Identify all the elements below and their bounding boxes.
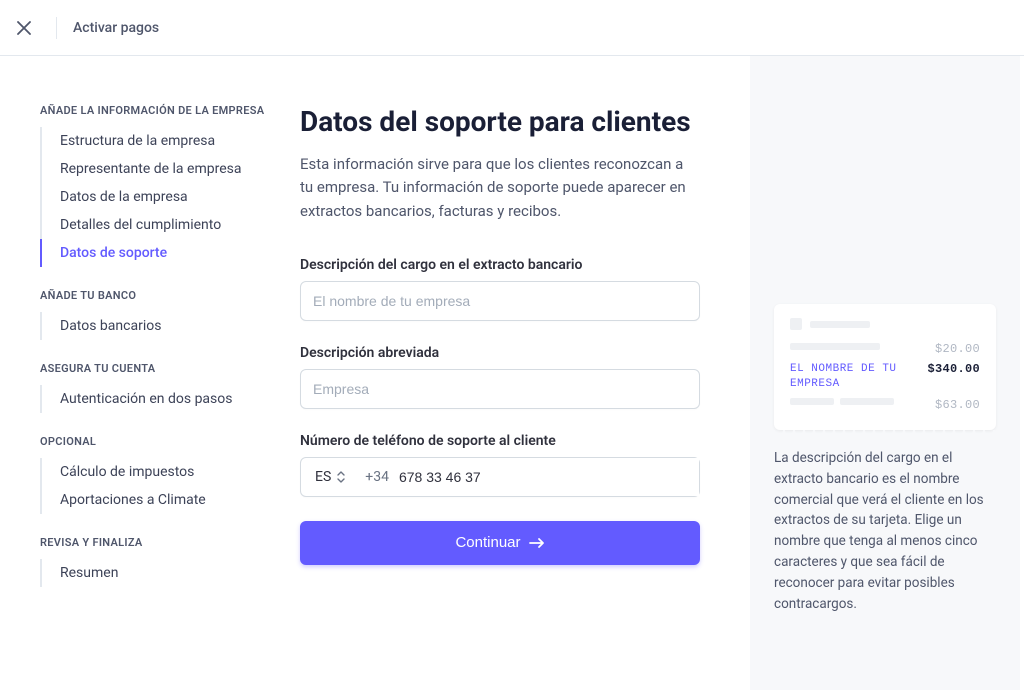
sidebar-section-list: Autenticación en dos pasos: [40, 385, 300, 413]
sidebar-item-label: Representante de la empresa: [60, 161, 241, 177]
sidebar-item-resumen[interactable]: Resumen: [40, 559, 300, 587]
sidebar-section-title: REVISA Y FINALIZA: [40, 536, 300, 549]
sidebar-item-label: Datos bancarios: [60, 318, 161, 334]
sidebar-section-list: Resumen: [40, 559, 300, 587]
calendar-icon: [790, 318, 802, 330]
sidebar-item-datos-bancarios[interactable]: Datos bancarios: [40, 312, 300, 340]
field-label: Descripción abreviada: [300, 345, 700, 361]
phone-prefix: +34: [365, 469, 389, 485]
receipt-amount-highlight: $340.00: [927, 362, 980, 376]
sidebar-item-label: Cálculo de impuestos: [60, 464, 194, 480]
sidebar-section-list: Cálculo de impuestos Aportaciones a Clim…: [40, 458, 300, 514]
support-phone-input[interactable]: [399, 458, 699, 496]
receipt-merchant-name: EL NOMBRE DE TU EMPRESA: [790, 362, 915, 392]
sidebar-item-datos-empresa[interactable]: Datos de la empresa: [40, 183, 300, 211]
sidebar-item-label: Detalles del cumplimiento: [60, 217, 221, 233]
sidebar-item-cumplimiento[interactable]: Detalles del cumplimiento: [40, 211, 300, 239]
sidebar-section-list: Estructura de la empresa Representante d…: [40, 127, 300, 267]
sidebar-item-estructura[interactable]: Estructura de la empresa: [40, 127, 300, 155]
phone-country-select[interactable]: ES: [301, 458, 355, 496]
field-statement-descriptor: Descripción del cargo en el extracto ban…: [300, 257, 700, 321]
phone-input-group: ES +34: [300, 457, 700, 497]
skeleton-line: [840, 398, 894, 405]
sidebar-item-label: Estructura de la empresa: [60, 133, 215, 149]
sidebar-item-2fa[interactable]: Autenticación en dos pasos: [40, 385, 300, 413]
sidebar-section-title: AÑADE LA INFORMACIÓN DE LA EMPRESA: [40, 104, 300, 117]
sidebar-section-title: AÑADE TU BANCO: [40, 289, 300, 302]
topbar-divider: [56, 17, 57, 39]
sidebar-item-label: Aportaciones a Climate: [60, 492, 206, 508]
sidebar-item-datos-soporte[interactable]: Datos de soporte: [40, 239, 300, 267]
field-label: Número de teléfono de soporte al cliente: [300, 433, 700, 449]
help-panel: $20.00 EL NOMBRE DE TU EMPRESA $340.00 $…: [750, 56, 1020, 690]
continue-button[interactable]: Continuar: [300, 521, 700, 565]
page-lead: Esta información sirve para que los clie…: [300, 153, 700, 223]
sidebar-section-list: Datos bancarios: [40, 312, 300, 340]
short-descriptor-input[interactable]: [300, 369, 700, 409]
skeleton-line: [810, 321, 870, 328]
topbar-title: Activar pagos: [73, 20, 159, 36]
sidebar-section-title: ASEGURA TU CUENTA: [40, 362, 300, 375]
main-content: Datos del soporte para clientes Esta inf…: [300, 56, 750, 690]
sidebar-item-impuestos[interactable]: Cálculo de impuestos: [40, 458, 300, 486]
sidebar-item-label: Resumen: [60, 565, 118, 581]
sidebar-item-label: Autenticación en dos pasos: [60, 391, 232, 407]
continue-button-label: Continuar: [455, 534, 520, 551]
select-arrows-icon: [337, 471, 345, 483]
help-text: La descripción del cargo en el extracto …: [774, 448, 996, 615]
field-label: Descripción del cargo en el extracto ban…: [300, 257, 700, 273]
receipt-amount: $20.00: [935, 342, 980, 356]
receipt-amount: $63.00: [935, 398, 980, 412]
sidebar-section-title: OPCIONAL: [40, 435, 300, 448]
sidebar-item-climate[interactable]: Aportaciones a Climate: [40, 486, 300, 514]
close-button[interactable]: [8, 12, 40, 44]
sidebar-item-label: Datos de soporte: [60, 245, 167, 261]
phone-country-code: ES: [315, 469, 331, 485]
skeleton-line: [790, 343, 880, 350]
close-icon: [17, 21, 31, 35]
statement-descriptor-input[interactable]: [300, 281, 700, 321]
sidebar-item-representante[interactable]: Representante de la empresa: [40, 155, 300, 183]
arrow-right-icon: [529, 537, 545, 549]
receipt-preview: $20.00 EL NOMBRE DE TU EMPRESA $340.00 $…: [774, 304, 996, 430]
field-support-phone: Número de teléfono de soporte al cliente…: [300, 433, 700, 497]
receipt-header: [790, 318, 980, 330]
field-short-descriptor: Descripción abreviada: [300, 345, 700, 409]
sidebar: AÑADE LA INFORMACIÓN DE LA EMPRESA Estru…: [0, 56, 300, 690]
skeleton-line: [790, 398, 834, 405]
topbar: Activar pagos: [0, 0, 1024, 56]
sidebar-item-label: Datos de la empresa: [60, 189, 188, 205]
page-title: Datos del soporte para clientes: [300, 104, 700, 139]
